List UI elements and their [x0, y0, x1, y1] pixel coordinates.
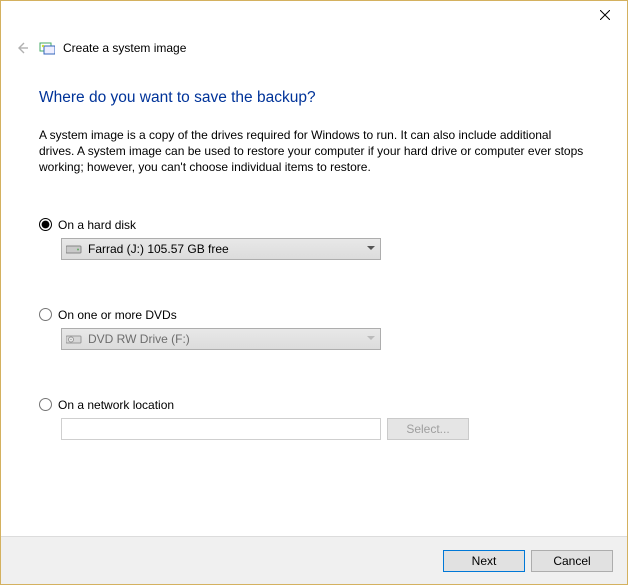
cancel-button[interactable]: Cancel [531, 550, 613, 572]
system-image-icon [39, 40, 55, 56]
select-network-button: Select... [387, 418, 469, 440]
radio-dvd[interactable] [39, 308, 52, 321]
titlebar [1, 1, 627, 31]
network-path-input [61, 418, 381, 440]
dvd-value: DVD RW Drive (F:) [88, 332, 190, 346]
hard-disk-value: Farrad (J:) 105.57 GB free [88, 242, 229, 256]
chevron-down-icon [362, 239, 380, 259]
page-description: A system image is a copy of the drives r… [39, 127, 589, 176]
next-button[interactable]: Next [443, 550, 525, 572]
chevron-down-icon [362, 329, 380, 349]
option-dvd[interactable]: On one or more DVDs [39, 308, 589, 322]
hard-drive-icon [66, 243, 82, 255]
dvd-dropdown: DVD RW Drive (F:) [61, 328, 381, 350]
label-hard-disk: On a hard disk [58, 218, 136, 232]
label-network: On a network location [58, 398, 174, 412]
wizard-title: Create a system image [63, 41, 186, 55]
radio-network[interactable] [39, 398, 52, 411]
radio-hard-disk[interactable] [39, 218, 52, 231]
label-dvd: On one or more DVDs [58, 308, 177, 322]
content-area: Where do you want to save the backup? A … [1, 57, 627, 440]
dvd-drive-icon [66, 333, 82, 345]
close-button[interactable] [583, 1, 627, 29]
wizard-header: Create a system image [1, 31, 627, 57]
hard-disk-dropdown[interactable]: Farrad (J:) 105.57 GB free [61, 238, 381, 260]
footer-buttons: Next Cancel [1, 536, 627, 584]
option-hard-disk[interactable]: On a hard disk [39, 218, 589, 232]
option-network[interactable]: On a network location [39, 398, 589, 412]
page-heading: Where do you want to save the backup? [39, 89, 589, 107]
back-icon[interactable] [13, 39, 31, 57]
